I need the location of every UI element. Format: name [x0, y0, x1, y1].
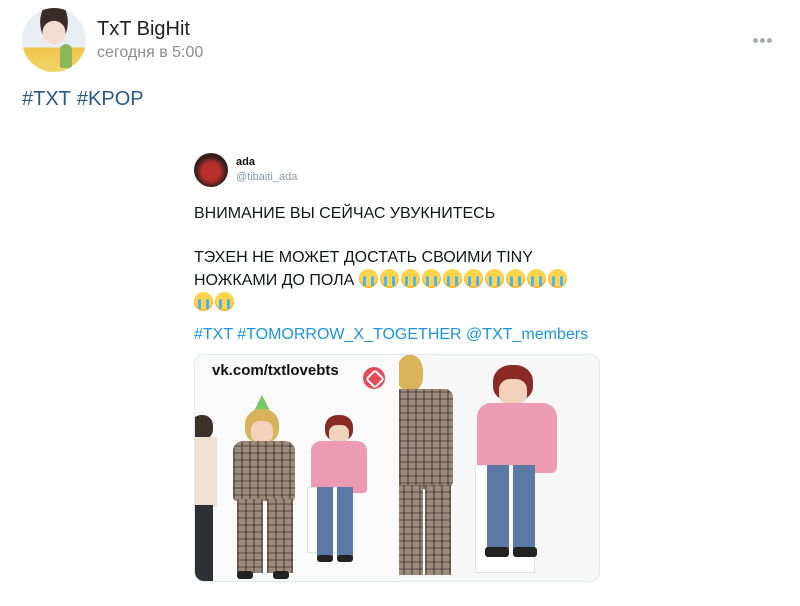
loudly-crying-face-icon — [442, 269, 462, 288]
emoji-row — [194, 292, 594, 315]
tweet-tags-link: #TXT #TOMORROW_X_TOGETHER @TXT_members — [194, 326, 589, 343]
loudly-crying-face-icon — [526, 269, 546, 288]
watermark-text: vk.com/txtlovebts — [212, 362, 339, 379]
person-plaid-suit-closeup — [399, 355, 461, 581]
plant-decoration — [60, 44, 72, 68]
tweet-author-handle: @tibaiti_ada — [236, 171, 298, 183]
tweet-media[interactable]: vk.com/txtlovebts — [194, 354, 600, 582]
loudly-crying-face-icon — [400, 269, 420, 288]
loudly-crying-face-icon — [505, 269, 525, 288]
person-pink-sweater — [307, 415, 377, 581]
author-name[interactable]: TxT BigHit — [97, 18, 190, 41]
loudly-crying-face-icon — [484, 269, 504, 288]
more-dots-icon[interactable] — [751, 26, 772, 49]
tweet-tags: #TXT #TOMORROW_X_TOGETHER @TXT_members — [194, 326, 588, 344]
person-plaid-suit — [225, 395, 305, 581]
tweet-author-name: ada — [236, 156, 255, 168]
photo-right — [399, 355, 599, 581]
tweet-avatar — [194, 153, 228, 187]
tag-link[interactable]: #KPOP — [77, 88, 144, 110]
post-tags: #TXT #KPOP — [22, 88, 150, 111]
tag-link[interactable]: #TXT — [22, 88, 71, 110]
loudly-crying-face-icon — [463, 269, 483, 288]
post-header: TxT BigHit сегодня в 5:00 — [22, 8, 782, 72]
loudly-crying-face-icon — [358, 269, 378, 288]
author-avatar[interactable] — [22, 8, 86, 72]
loudly-crying-face-icon — [215, 292, 234, 311]
watermark-logo-icon — [363, 367, 385, 389]
loudly-crying-face-icon — [547, 269, 567, 288]
tweet-line: ВНИМАНИЕ ВЫ СЕЙЧАС УВУКНИТЕСЬ — [194, 205, 496, 222]
photo-left: vk.com/txtlovebts — [195, 355, 397, 581]
person-pink-sweater-closeup — [473, 365, 565, 581]
loudly-crying-face-icon — [421, 269, 441, 288]
person-left-edge — [195, 415, 221, 581]
post-time[interactable]: сегодня в 5:00 — [97, 44, 203, 62]
emoji-row — [358, 269, 569, 289]
loudly-crying-face-icon — [194, 292, 213, 311]
tweet-line-text: НОЖКАМИ ДО ПОЛА — [194, 272, 355, 289]
tweet-line: ТЭХЕН НЕ МОЖЕТ ДОСТАТЬ СВОИМИ TINY — [194, 249, 533, 266]
loudly-crying-face-icon — [379, 269, 399, 288]
tweet-text: ВНИМАНИЕ ВЫ СЕЙЧАС УВУКНИТЕСЬ ТЭХЕН НЕ М… — [194, 203, 594, 315]
tweet-line: НОЖКАМИ ДО ПОЛА — [194, 269, 594, 292]
